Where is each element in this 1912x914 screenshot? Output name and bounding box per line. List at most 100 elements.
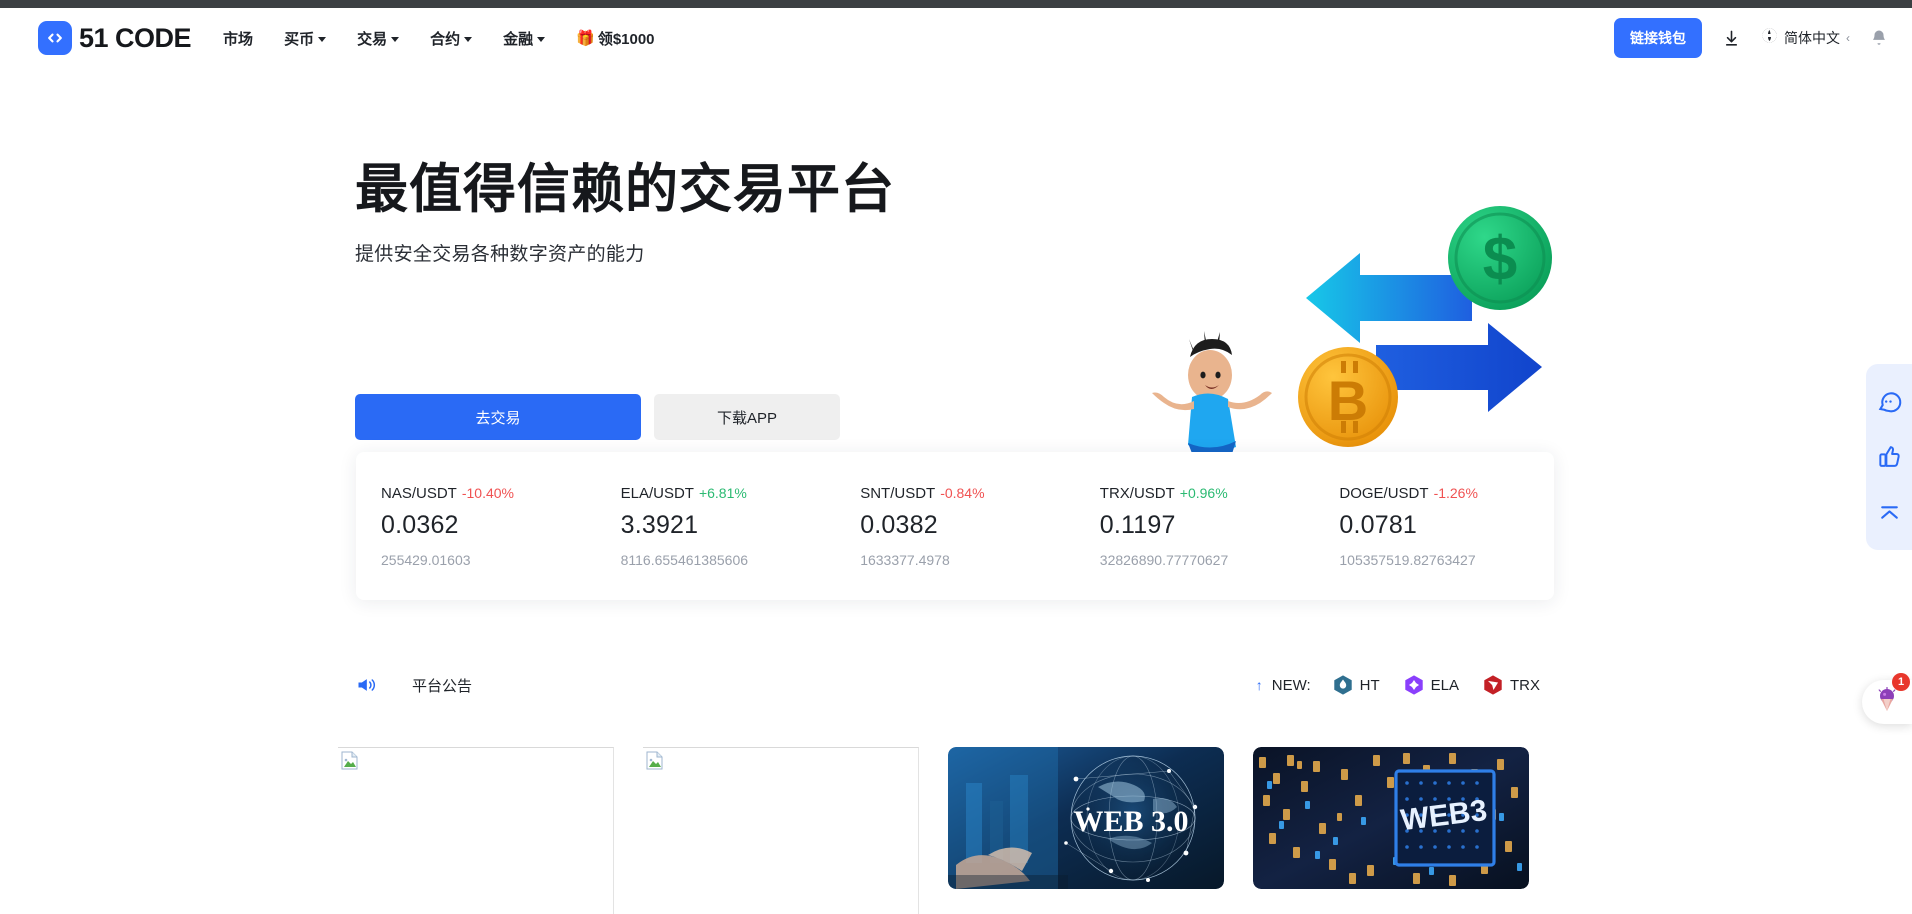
ticker-pair: SNT/USDT <box>860 484 936 502</box>
header-actions: 链接钱包 简体中文 ‹ <box>1614 18 1888 58</box>
token-chip-trx[interactable]: TRX <box>1482 674 1540 696</box>
brand-name: 51 CODE <box>79 22 192 53</box>
ticker-header: NAS/USDT -10.40% <box>381 485 596 502</box>
ticker-item[interactable]: DOGE/USDT -1.26% 0.0781 105357519.8276342… <box>1314 485 1554 568</box>
ht-token-icon <box>1333 675 1352 695</box>
download-app-button[interactable]: 下载APP <box>654 394 840 440</box>
ticker-price: 0.0362 <box>381 510 459 539</box>
globe-icon <box>1761 27 1778 49</box>
ticker-price: 0.1197 <box>1099 510 1176 539</box>
promo-card-caption: WEB 3.0 <box>1073 805 1188 838</box>
main-nav: 市场 买币 交易 合约 金融 🎁 领$1000 <box>223 28 654 49</box>
token-name: TRX <box>1510 676 1540 694</box>
token-name: HT <box>1359 676 1380 694</box>
hero-copy: 最值得信赖的交易平台 提供安全交易各种数字资产的能力 <box>355 160 975 266</box>
svg-text:$: $ <box>1483 225 1517 294</box>
ticker-pair: ELA/USDT <box>620 484 694 502</box>
hero-subtitle: 提供安全交易各种数字资产的能力 <box>355 244 645 266</box>
broken-image-icon <box>341 751 358 770</box>
ticker-header: DOGE/USDT -1.26% <box>1339 485 1554 502</box>
nav-item-buy-coin[interactable]: 买币 <box>284 28 327 49</box>
hero-section: 最值得信赖的交易平台 提供安全交易各种数字资产的能力 去交易 下载APP $ B <box>0 80 1912 475</box>
brand-logo[interactable]: 51 CODE <box>38 21 192 55</box>
ticker-header: ELA/USDT +6.81% <box>621 485 836 502</box>
ticker-price: 0.0781 <box>1339 510 1418 539</box>
site-header: 51 CODE 市场 买币 交易 合约 金融 🎁 领$1000 链接钱包 简体中… <box>0 8 1912 68</box>
trx-token-icon <box>1484 675 1502 695</box>
promo-card-web30[interactable]: WEB 3.0 <box>948 747 1224 889</box>
hero-actions: 去交易 下载APP <box>355 394 840 440</box>
nav-item-promo-reward[interactable]: 🎁 领$1000 <box>576 28 654 49</box>
broken-image-icon <box>646 751 663 770</box>
floating-side-rail <box>1866 364 1912 550</box>
ticker-pair: DOGE/USDT <box>1339 484 1429 502</box>
svg-text:B: B <box>1328 369 1368 432</box>
gift-balloon-icon <box>1875 686 1899 718</box>
ticker-item[interactable]: ELA/USDT +6.81% 3.3921 8116.655461385606 <box>596 485 836 568</box>
promo-card-row: WEB 3.0 WEB3 <box>338 747 1578 914</box>
announcement-left[interactable]: 平台公告 <box>356 675 472 696</box>
arrow-up-icon: ↑ <box>1255 677 1263 693</box>
nav-label: 市场 <box>223 30 254 48</box>
token-chip-ela[interactable]: ELA <box>1403 674 1459 696</box>
floating-notification-widget[interactable]: 1 <box>1862 673 1912 724</box>
go-to-trade-button[interactable]: 去交易 <box>355 394 641 440</box>
ticker-volume: 8116.655461385606 <box>620 551 749 568</box>
nav-label: 合约 <box>430 30 461 48</box>
nav-label: 买币 <box>284 30 315 48</box>
nav-label: 交易 <box>357 30 388 48</box>
ticker-item[interactable]: NAS/USDT -10.40% 0.0362 255429.01603 <box>356 485 596 568</box>
chevron-left-icon: ‹ <box>1846 31 1850 45</box>
ticker-price: 3.3921 <box>620 510 699 539</box>
ticker-change: -10.40% <box>461 484 514 501</box>
nav-label: 领$1000 <box>597 30 655 48</box>
connect-wallet-button[interactable]: 链接钱包 <box>1614 18 1702 58</box>
ticker-volume: 32826890.77770627 <box>1099 551 1229 568</box>
notification-badge: 1 <box>1892 673 1910 691</box>
thumbs-up-icon[interactable] <box>1874 442 1904 472</box>
ticker-header: SNT/USDT -0.84% <box>860 485 1075 502</box>
ticker-item[interactable]: TRX/USDT +0.96% 0.1197 32826890.77770627 <box>1075 485 1315 568</box>
code-brackets-icon <box>38 21 72 55</box>
ticker-price: 0.0382 <box>860 510 938 539</box>
page-title: 最值得信赖的交易平台 <box>355 160 895 219</box>
new-label: NEW: <box>1271 676 1311 694</box>
nav-item-finance[interactable]: 金融 <box>503 28 546 49</box>
promo-card-broken-2[interactable] <box>643 747 919 914</box>
chat-bubble-icon[interactable] <box>1874 387 1904 417</box>
download-icon[interactable] <box>1722 29 1741 48</box>
ticker-volume: 1633377.4978 <box>860 551 950 568</box>
ticker-change: +0.96% <box>1179 484 1228 501</box>
promo-card-broken-1[interactable] <box>338 747 614 914</box>
scroll-to-top-icon[interactable] <box>1874 497 1904 527</box>
ticker-item[interactable]: SNT/USDT -0.84% 0.0382 1633377.4978 <box>835 485 1075 568</box>
nav-item-trade[interactable]: 交易 <box>357 28 400 49</box>
page-root: 51 CODE 市场 买币 交易 合约 金融 🎁 领$1000 链接钱包 简体中… <box>0 0 1912 914</box>
ticker-header: TRX/USDT +0.96% <box>1100 485 1315 502</box>
ticker-pair: NAS/USDT <box>381 484 457 502</box>
nav-item-contract[interactable]: 合约 <box>430 28 473 49</box>
ela-token-icon <box>1404 675 1423 695</box>
announcement-label: 平台公告 <box>412 677 473 695</box>
language-label: 简体中文 <box>1784 30 1840 46</box>
browser-chrome-strip <box>0 0 1912 8</box>
market-ticker-panel: NAS/USDT -10.40% 0.0362 255429.01603 ELA/… <box>356 452 1554 600</box>
hero-illustration: $ B <box>1110 175 1580 475</box>
new-tokens-group: ↑ NEW: HT ELA TRX <box>1256 674 1554 696</box>
bell-icon[interactable] <box>1870 29 1888 47</box>
token-name: ELA <box>1430 676 1459 694</box>
token-chip-ht[interactable]: HT <box>1332 674 1380 696</box>
chevron-down-icon <box>537 36 546 42</box>
ticker-volume: 255429.01603 <box>381 551 471 568</box>
megaphone-icon <box>356 675 376 695</box>
ticker-volume: 105357519.82763427 <box>1339 551 1476 568</box>
chevron-down-icon <box>464 36 473 42</box>
promo-card-web3[interactable]: WEB3 <box>1253 747 1529 889</box>
chevron-down-icon <box>391 36 400 42</box>
ticker-pair: TRX/USDT <box>1099 484 1175 502</box>
ticker-change: -1.26% <box>1433 484 1478 501</box>
ticker-change: -0.84% <box>940 484 985 501</box>
nav-item-market[interactable]: 市场 <box>223 28 253 49</box>
language-selector[interactable]: 简体中文 ‹ <box>1761 27 1850 49</box>
ticker-change: +6.81% <box>698 484 747 501</box>
